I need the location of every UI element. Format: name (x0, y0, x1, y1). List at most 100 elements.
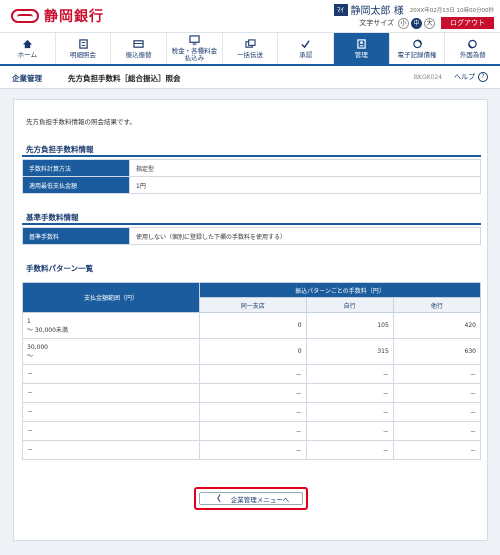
own-bank-fee: － (305, 421, 394, 441)
table-row: － － － － (22, 383, 482, 403)
table-value: 1円 (129, 176, 481, 194)
electronic-claim-icon (412, 38, 422, 48)
main-content: 先方負担手数料情報の照会結果です。 先方負担手数料情報 手数料計算方法 指定型 … (13, 99, 488, 541)
tax-payment-icon (189, 35, 200, 45)
nav-label: ホーム (17, 50, 37, 59)
same-branch-fee: － (199, 364, 307, 384)
table-row: 適用最低支払金額 1円 (22, 176, 481, 194)
nav-label: 振込振替 (125, 50, 152, 59)
table-row: － － － － (22, 440, 482, 460)
page-title: 先方負担手数料［総合振込］照会 (68, 74, 181, 83)
own-bank-fee: 105 (305, 312, 394, 339)
back-button-label: 企業管理メニューへ (230, 495, 290, 504)
own-bank-fee: － (305, 440, 394, 460)
section-divider (22, 223, 481, 225)
global-nav: ホーム 明細照会 振込振替 税金・各種料金 払込み 一括伝送 承認 管理 電子記… (0, 32, 500, 66)
transfer-icon (133, 39, 144, 48)
intro-text: 先方負担手数料情報の照会結果です。 (26, 118, 136, 126)
same-branch-fee: 0 (199, 312, 307, 339)
range-to: ～ (27, 352, 34, 360)
sender-fee-table: 手数料計算方法 指定型 適用最低支払金額 1円 (22, 159, 481, 194)
same-branch-fee: － (199, 383, 307, 403)
other-bank-fee: － (392, 364, 482, 384)
user-badge-icon: ﾏｲ (333, 3, 348, 16)
range-cell: － (22, 402, 200, 422)
back-to-management-menu-button[interactable]: 〈 企業管理メニューへ (199, 492, 303, 505)
screen-code: BKGK024 (413, 74, 442, 81)
table-row: 基準手数料 使用しない（個別に登録した下欄の手数料を使用する） (22, 227, 481, 245)
breadcrumb-section: 企業管理 (12, 74, 42, 83)
table-row: 30,000 ～ 0 315 630 (22, 338, 482, 365)
table-row: － － － － (22, 402, 482, 422)
range-header: 支払金額範囲（円） (22, 282, 200, 313)
text-size-medium-button[interactable]: 中 (411, 17, 422, 29)
user-name: 静岡太郎 様 (350, 6, 404, 17)
sender-fee-section-title: 先方負担手数料情報 (26, 145, 94, 154)
own-bank-fee: 315 (305, 338, 394, 365)
table-value: 指定型 (129, 159, 481, 177)
range-cell: － (22, 383, 200, 403)
table-key: 基準手数料 (22, 227, 130, 245)
table-value: 使用しない（個別に登録した下欄の手数料を使用する） (129, 227, 481, 245)
range-to: ～ 30,000未満 (27, 326, 68, 334)
user-info: ﾏｲ 静岡太郎 様 20XX年02月13日 10時00分00秒 (333, 2, 494, 17)
top-header: 静岡銀行 ﾏｲ 静岡太郎 様 20XX年02月13日 10時00分00秒 文字サ… (0, 0, 500, 32)
chevron-left-icon: 〈 (212, 494, 221, 503)
bank-logo-mark-icon (11, 9, 39, 23)
foreign-exchange-icon (468, 39, 477, 49)
other-bank-fee: － (392, 402, 482, 422)
nav-item-statement[interactable]: 明細照会 (56, 33, 112, 64)
table-row: － － － － (22, 364, 482, 384)
bank-logo[interactable]: 静岡銀行 (11, 6, 104, 26)
text-size-large-button[interactable]: 大 (424, 17, 435, 29)
help-label: ヘルプ (454, 73, 475, 81)
other-bank-fee: － (392, 383, 482, 403)
nav-label: 電子記録債権 (397, 50, 437, 59)
standard-fee-section-title: 基準手数料情報 (26, 213, 79, 222)
nav-item-electronic-claim[interactable]: 電子記録債権 (390, 33, 446, 64)
range-cell: － (22, 440, 200, 460)
same-branch-fee: － (199, 421, 307, 441)
nav-item-approval[interactable]: 承認 (278, 33, 335, 64)
page-title-bar: 企業管理 先方負担手数料［総合振込］照会 BKGK024 ヘルプ ? (0, 66, 500, 89)
login-time: 20XX年02月13日 10時00分00秒 (409, 7, 494, 14)
approval-icon (301, 39, 310, 48)
table-row: 1 ～ 30,000未満 0 105 420 (22, 312, 482, 339)
bulk-transfer-icon (244, 38, 256, 48)
same-branch-fee: － (199, 440, 307, 460)
nav-item-home[interactable]: ホーム (0, 33, 56, 64)
nav-item-transfer[interactable]: 振込振替 (111, 33, 168, 64)
same-branch-header: 同一支店 (199, 297, 307, 313)
own-bank-fee: － (305, 364, 394, 384)
range-cell: 30,000 ～ (22, 338, 200, 365)
nav-label: 外国為替 (459, 50, 486, 59)
fee-pattern-section-title: 手数料パターン一覧 (26, 264, 94, 273)
standard-fee-table: 基準手数料 使用しない（個別に登録した下欄の手数料を使用する） (22, 227, 481, 245)
range-from: 1 (27, 317, 31, 325)
nav-item-management[interactable]: 管理 (334, 33, 390, 64)
help-link[interactable]: ヘルプ ? (454, 72, 488, 82)
range-cell: 1 ～ 30,000未満 (22, 312, 200, 339)
management-icon (357, 38, 366, 49)
logout-button[interactable]: ログアウト (441, 17, 494, 29)
fee-group-header: 振込パターンごとの手数料（円） (199, 282, 481, 298)
table-row: － － － － (22, 421, 482, 441)
other-bank-fee: － (392, 440, 482, 460)
range-cell: － (22, 364, 200, 384)
nav-item-tax-payment[interactable]: 税金・各種料金 払込み (167, 33, 223, 64)
fee-pattern-table: 支払金額範囲（円） 振込パターンごとの手数料（円） 同一支店 自行 他行 1 ～ … (22, 282, 482, 460)
home-icon (22, 39, 32, 48)
nav-label: 管理 (354, 50, 368, 59)
nav-label: 一括伝送 (237, 50, 264, 59)
same-branch-fee: － (199, 402, 307, 422)
table-key: 適用最低支払金額 (22, 176, 130, 194)
nav-item-bulk-transfer[interactable]: 一括伝送 (223, 33, 279, 64)
own-bank-header: 自行 (305, 297, 394, 313)
nav-label: 明細照会 (70, 50, 96, 59)
nav-item-foreign-exchange[interactable]: 外国為替 (445, 33, 500, 64)
own-bank-fee: － (305, 402, 394, 422)
text-size-small-button[interactable]: 小 (398, 17, 409, 29)
back-button-highlight: 〈 企業管理メニューへ (194, 487, 308, 510)
other-bank-fee: － (392, 421, 482, 441)
other-bank-fee: 630 (392, 338, 482, 365)
